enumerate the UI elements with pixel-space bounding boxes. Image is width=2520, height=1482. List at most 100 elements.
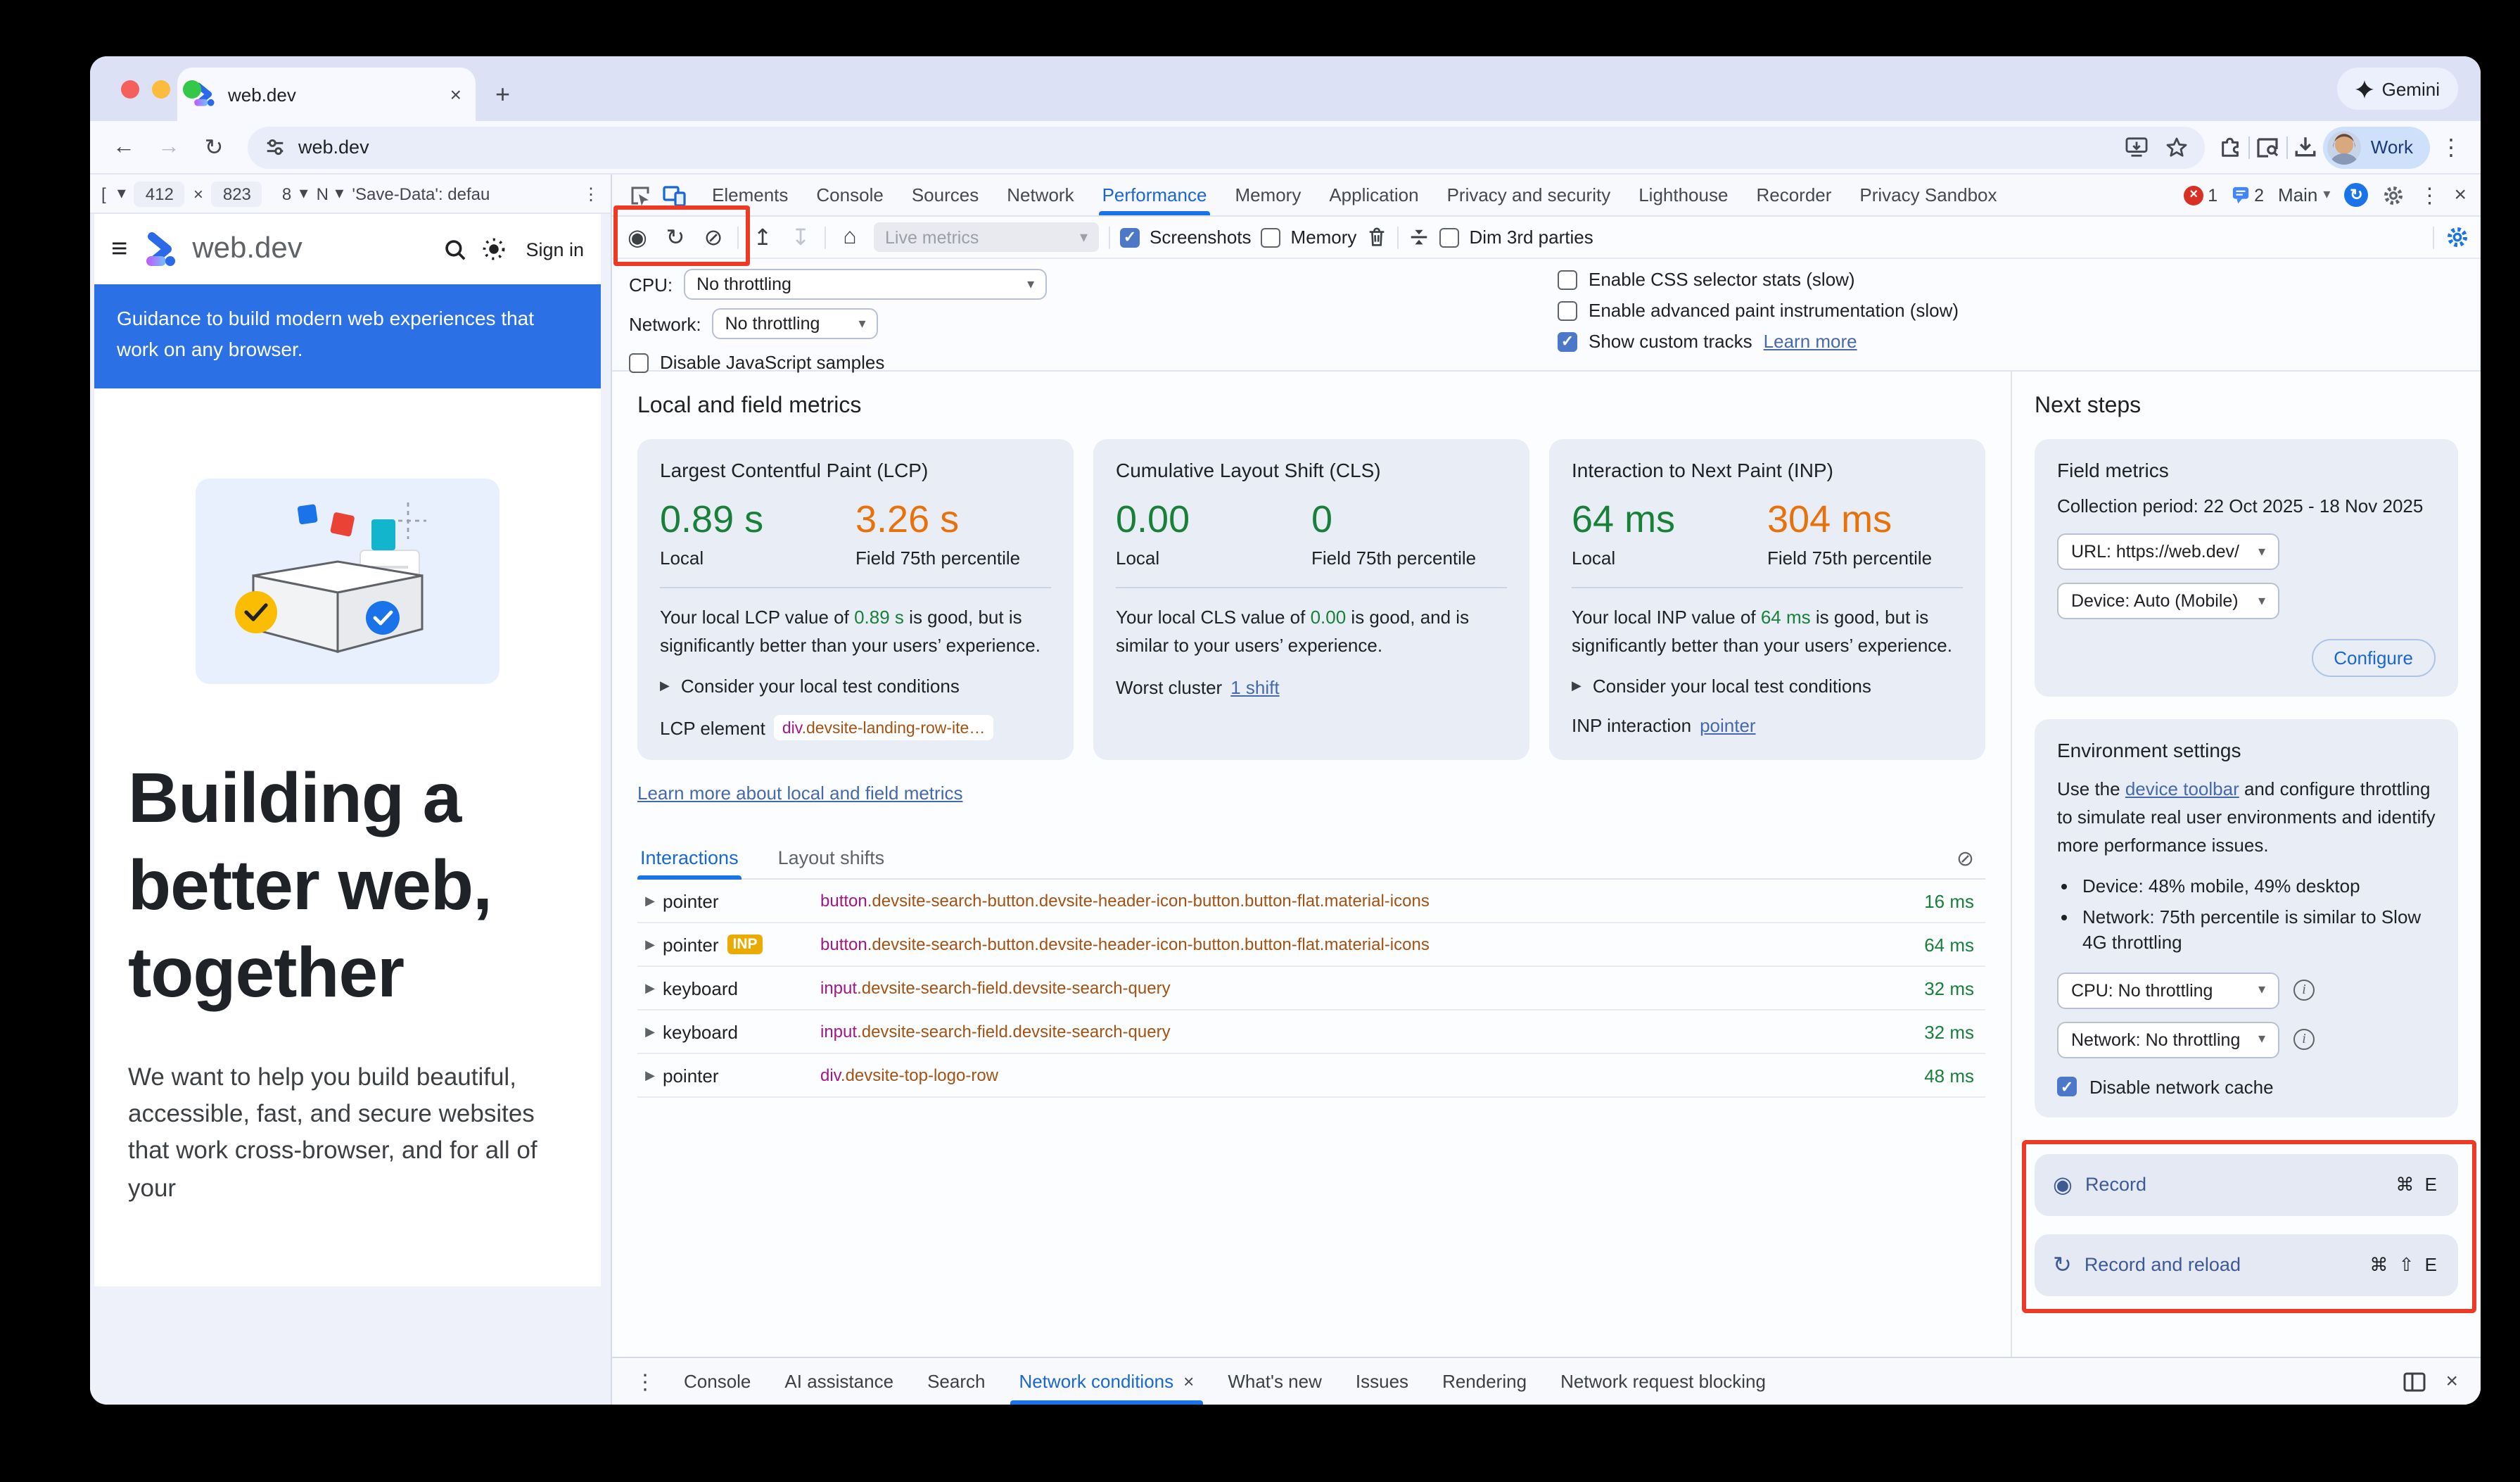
drawer-tab-network-request-blocking[interactable]: Network request blocking <box>1544 1358 1783 1405</box>
row-expander-icon[interactable]: ▶ <box>637 937 663 952</box>
split-panel-icon[interactable] <box>2403 1372 2426 1391</box>
forward-button[interactable]: → <box>149 134 189 160</box>
sync-promo-icon[interactable]: ↻ <box>2344 183 2368 207</box>
field-url-select[interactable]: URL: https://web.dev/▾ <box>2057 533 2279 570</box>
device-type-select[interactable]: [ ▾ <box>101 183 126 204</box>
close-window-button[interactable] <box>121 80 139 99</box>
save-profile-icon[interactable]: ↧ <box>787 223 815 251</box>
capture-settings-gear-icon[interactable] <box>2445 225 2469 249</box>
network-info-icon[interactable]: i <box>2293 1030 2315 1051</box>
extensions-puzzle-icon[interactable] <box>2219 135 2243 159</box>
lcp-local-conditions-expander[interactable]: ▶Consider your local test conditions <box>660 676 1051 697</box>
maximize-window-button[interactable] <box>183 80 201 99</box>
toggle-device-toolbar-icon[interactable] <box>663 184 687 206</box>
cpu-throttling-select[interactable]: No throttling▾ <box>684 269 1047 300</box>
layout-shifts-tab[interactable]: Layout shifts <box>775 837 888 878</box>
drawer-tab-rendering[interactable]: Rendering <box>1425 1358 1544 1405</box>
garbage-collect-icon[interactable] <box>1366 227 1387 248</box>
tab-console[interactable]: Console <box>802 175 897 215</box>
inspect-element-icon[interactable] <box>629 184 651 206</box>
device-toolbar-menu-icon[interactable]: ⋮ <box>583 184 599 203</box>
drawer-tab-ai-assistance[interactable]: AI assistance <box>768 1358 910 1405</box>
promo-banner[interactable]: Guidance to build modern web experiences… <box>94 284 601 388</box>
back-button[interactable]: ← <box>104 134 144 160</box>
devtools-close-icon[interactable]: × <box>2454 183 2467 207</box>
search-tabs-icon[interactable] <box>2255 136 2281 158</box>
reload-button[interactable]: ↻ <box>194 133 234 161</box>
tab-lighthouse[interactable]: Lighthouse <box>1624 175 1742 215</box>
site-logo-text[interactable]: web.dev <box>192 232 428 266</box>
dim-3rd-parties-checkbox[interactable] <box>1439 227 1459 247</box>
field-device-select[interactable]: Device: Auto (Mobile)▾ <box>2057 583 2279 619</box>
search-icon[interactable] <box>443 237 466 261</box>
sign-in-link[interactable]: Sign in <box>526 239 584 260</box>
lcp-element-link[interactable]: div.devsite-landing-row-ite… <box>774 715 994 740</box>
interaction-row[interactable]: ▶ keyboard input.devsite-search-field.de… <box>637 967 1985 1011</box>
drawer-tab-issues[interactable]: Issues <box>1339 1358 1425 1405</box>
env-network-select[interactable]: Network: No throttling▾ <box>2057 1022 2279 1058</box>
site-settings-tune-icon[interactable] <box>265 137 286 158</box>
downloads-icon[interactable] <box>2293 135 2317 159</box>
record-and-reload-button[interactable]: ↻ Record and reload ⌘ ⇧ E <box>2035 1234 2458 1296</box>
drawer-tab-search[interactable]: Search <box>910 1358 1002 1405</box>
new-tab-button[interactable]: + <box>495 80 510 110</box>
tab-privacy-security[interactable]: Privacy and security <box>1433 175 1625 215</box>
tab-privacy-sandbox[interactable]: Privacy Sandbox <box>1845 175 2011 215</box>
install-icon[interactable] <box>2125 137 2149 158</box>
close-drawer-icon[interactable]: × <box>2445 1369 2458 1393</box>
browser-menu-kebab-icon[interactable]: ⋮ <box>2436 133 2467 161</box>
gemini-button[interactable]: Gemini <box>2337 68 2458 110</box>
record-button[interactable]: ◉ Record ⌘ E <box>2035 1154 2458 1216</box>
tab-performance[interactable]: Performance <box>1088 175 1221 215</box>
row-expander-icon[interactable]: ▶ <box>637 980 663 996</box>
home-icon[interactable]: ⌂ <box>836 224 864 250</box>
drawer-tab-whats-new[interactable]: What's new <box>1211 1358 1339 1405</box>
custom-tracks-checkbox[interactable]: ✓ <box>1558 331 1577 351</box>
record-and-reload-icon[interactable]: ↻ <box>661 223 689 251</box>
viewport-width-input[interactable]: 412 <box>134 181 185 206</box>
browser-tab[interactable]: web.dev × <box>177 68 476 121</box>
tab-elements[interactable]: Elements <box>698 175 802 215</box>
collapse-flame-icon[interactable] <box>1408 227 1430 248</box>
drawer-tab-network-conditions[interactable]: Network conditions× <box>1002 1358 1211 1405</box>
close-drawer-tab-icon[interactable]: × <box>1183 1371 1194 1392</box>
row-expander-icon[interactable]: ▶ <box>637 893 663 908</box>
hamburger-menu-icon[interactable]: ≡ <box>111 233 127 265</box>
inp-local-conditions-expander[interactable]: ▶Consider your local test conditions <box>1572 676 1963 697</box>
profile-button[interactable]: Work <box>2323 126 2430 168</box>
devtools-menu-kebab-icon[interactable]: ⋮ <box>2419 182 2440 208</box>
context-select[interactable]: Main▾ <box>2278 184 2330 205</box>
viewport-height-input[interactable]: 823 <box>212 181 262 206</box>
tab-memory[interactable]: Memory <box>1221 175 1315 215</box>
row-expander-icon[interactable]: ▶ <box>637 1024 663 1039</box>
bookmark-star-icon[interactable] <box>2165 136 2188 158</box>
minimize-window-button[interactable] <box>152 80 170 99</box>
worst-cluster-link[interactable]: 1 shift <box>1230 677 1279 698</box>
inp-interaction-link[interactable]: pointer <box>1700 715 1756 736</box>
tab-network[interactable]: Network <box>993 175 1088 215</box>
load-profile-icon[interactable]: ↥ <box>749 223 777 251</box>
drawer-menu-kebab-icon[interactable]: ⋮ <box>623 1369 667 1394</box>
disable-network-cache-checkbox[interactable]: ✓ <box>2057 1077 2077 1097</box>
drawer-tab-console[interactable]: Console <box>667 1358 768 1405</box>
error-count-badge[interactable]: × 1 <box>2184 185 2217 205</box>
issues-count-badge[interactable]: 2 <box>2232 185 2264 205</box>
device-toolbar-link[interactable]: device toolbar <box>2125 778 2239 799</box>
paint-instrumentation-checkbox[interactable] <box>1558 300 1577 320</box>
interaction-row-inp[interactable]: ▶ pointerINP button.devsite-search-butto… <box>637 923 1985 967</box>
clear-log-icon[interactable]: ⊘ <box>1956 845 1985 870</box>
throttle-select[interactable]: N ▾ <box>317 183 344 204</box>
cpu-info-icon[interactable]: i <box>2293 980 2315 1001</box>
interaction-row[interactable]: ▶ pointer button.devsite-search-button.d… <box>637 880 1985 923</box>
tab-recorder[interactable]: Recorder <box>1742 175 1845 215</box>
address-bar[interactable]: web.dev <box>248 126 2205 168</box>
interaction-row[interactable]: ▶ keyboard input.devsite-search-field.de… <box>637 1011 1985 1054</box>
interaction-row[interactable]: ▶ pointer div.devsite-top-logo-row 48 ms <box>637 1054 1985 1098</box>
env-cpu-select[interactable]: CPU: No throttling▾ <box>2057 973 2279 1009</box>
network-throttling-select[interactable]: No throttling▾ <box>713 308 879 339</box>
learn-more-metrics-link[interactable]: Learn more about local and field metrics <box>637 783 962 804</box>
css-selector-stats-checkbox[interactable] <box>1558 270 1577 289</box>
devtools-settings-gear-icon[interactable] <box>2382 184 2405 206</box>
memory-checkbox[interactable] <box>1261 227 1281 247</box>
disable-js-samples-checkbox[interactable] <box>629 353 649 372</box>
